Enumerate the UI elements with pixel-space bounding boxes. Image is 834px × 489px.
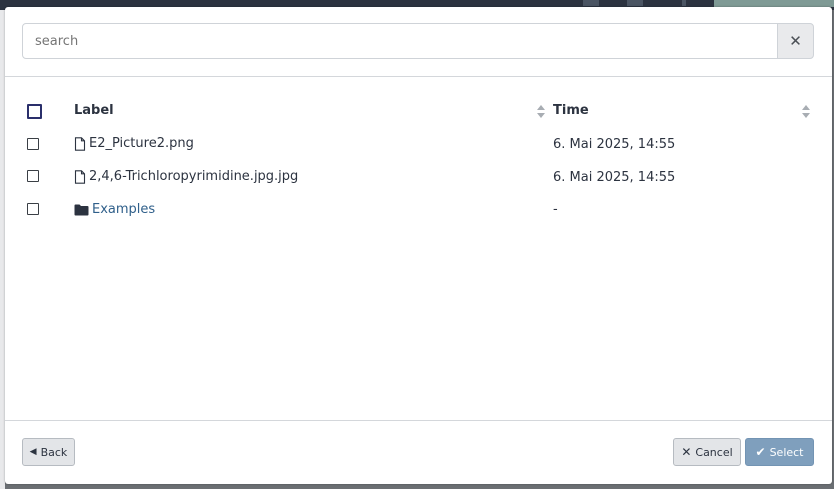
- sort-label-icon[interactable]: [537, 105, 545, 119]
- close-icon: ✕: [789, 32, 802, 50]
- search-input[interactable]: [22, 23, 778, 59]
- close-icon: ✕: [681, 445, 692, 459]
- file-icon: [74, 136, 86, 151]
- select-all-checkbox[interactable]: [27, 104, 42, 119]
- caret-left-icon: ◀: [29, 447, 37, 457]
- file-icon: [74, 169, 86, 184]
- row-time: -: [553, 202, 558, 217]
- back-button[interactable]: ◀ Back: [22, 438, 75, 466]
- row-checkbox[interactable]: [27, 138, 39, 150]
- table-row-label[interactable]: 2,4,6-Trichloropyrimidine.jpg.jpg: [74, 169, 298, 184]
- background-header-button: [714, 0, 834, 7]
- cancel-button-label: Cancel: [695, 445, 733, 459]
- background-user-icon: [627, 0, 643, 6]
- sort-time-icon[interactable]: [802, 105, 810, 119]
- cancel-button[interactable]: ✕ Cancel: [673, 438, 741, 466]
- search-bar: ✕: [22, 23, 814, 59]
- search-clear-button[interactable]: ✕: [777, 23, 814, 59]
- table-row-label[interactable]: Examples: [74, 202, 155, 217]
- back-button-label: Back: [40, 445, 68, 459]
- check-icon: ✔: [755, 445, 766, 459]
- select-button-label: Select: [769, 445, 804, 459]
- row-time: 6. Mai 2025, 14:55: [553, 170, 676, 185]
- file-name: 2,4,6-Trichloropyrimidine.jpg.jpg: [89, 169, 299, 184]
- row-checkbox[interactable]: [27, 170, 39, 182]
- folder-icon: [74, 204, 89, 215]
- folder-name: Examples: [92, 202, 156, 217]
- background-grid-icon: [583, 0, 599, 6]
- footer-divider: [5, 420, 832, 421]
- background-menu-icon: [682, 0, 686, 6]
- header-divider: [5, 76, 832, 77]
- row-time: 6. Mai 2025, 14:55: [553, 137, 676, 152]
- row-checkbox[interactable]: [27, 203, 39, 215]
- column-header-time[interactable]: Time: [553, 103, 589, 118]
- table-row-label[interactable]: E2_Picture2.png: [74, 136, 194, 151]
- file-name: E2_Picture2.png: [89, 136, 194, 151]
- select-button[interactable]: ✔ Select: [745, 438, 814, 466]
- column-header-label[interactable]: Label: [74, 103, 114, 118]
- file-picker-dialog: ✕ Label Time E2_Picture2.png 6. Mai 2025…: [5, 7, 832, 484]
